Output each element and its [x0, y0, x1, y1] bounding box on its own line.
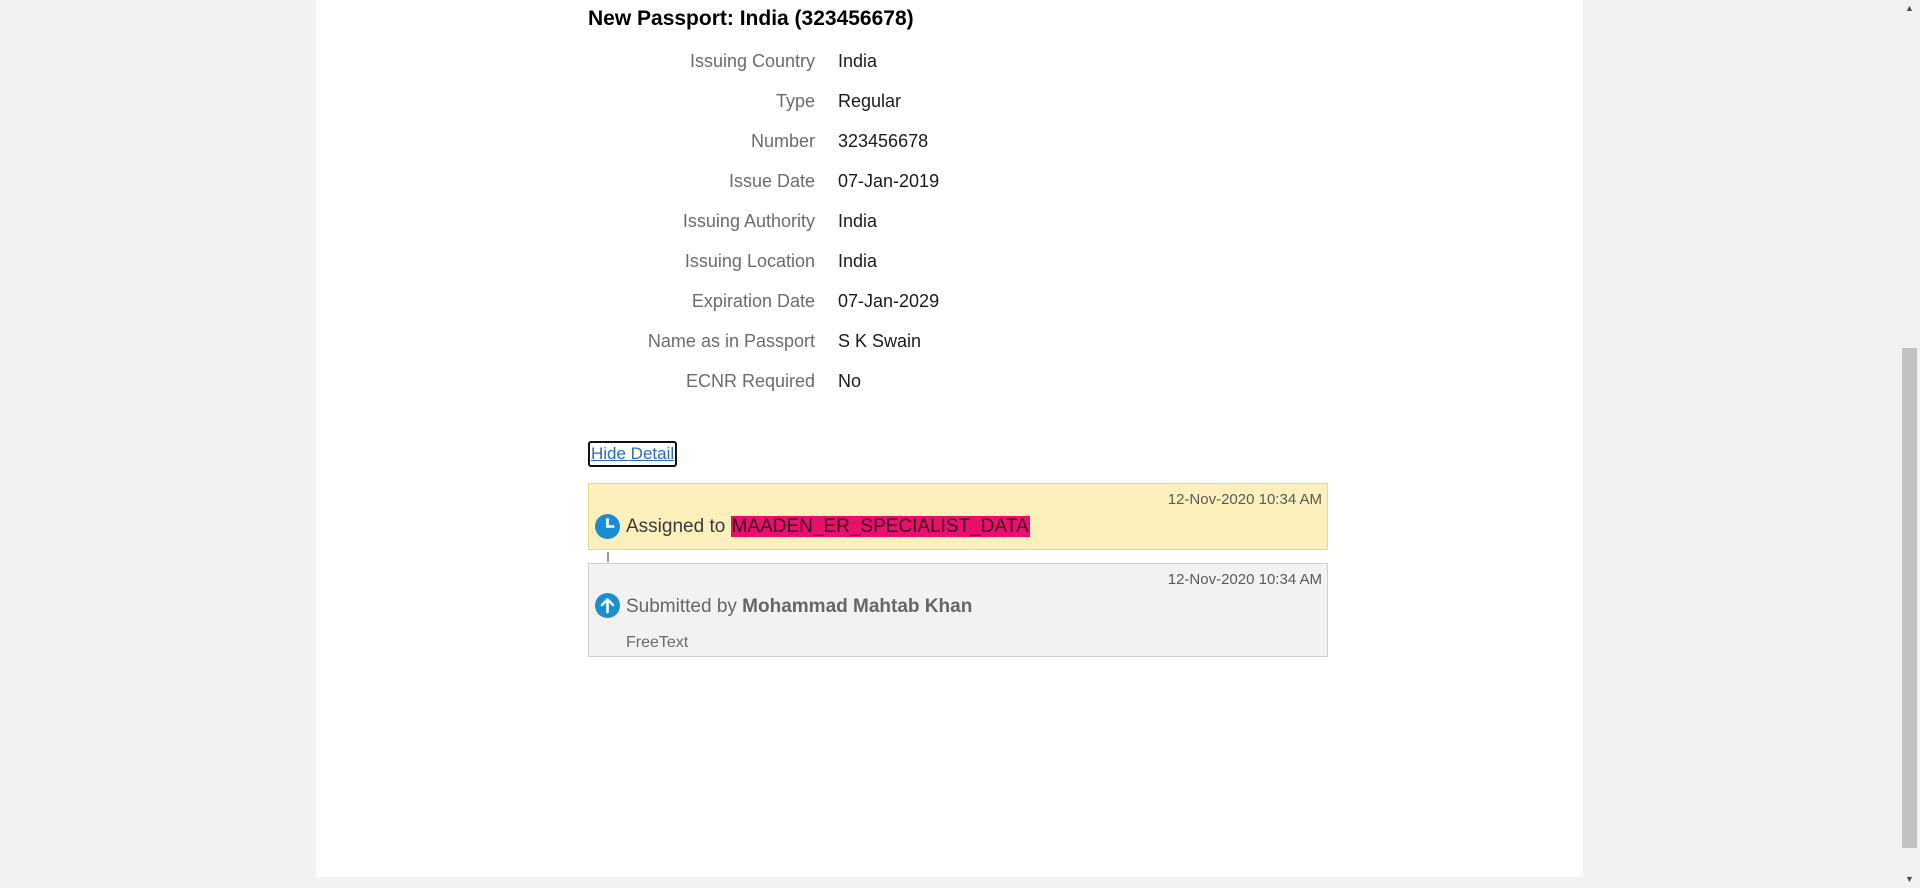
event-action-text: Assigned to	[626, 516, 731, 537]
field-label: Type	[775, 91, 815, 111]
field-label: Number	[750, 131, 815, 151]
field-label: Issuing Authority	[682, 211, 815, 231]
passport-details-table: Issuing Country India Type Regular Numbe…	[588, 48, 1348, 408]
field-value: India	[838, 51, 878, 71]
detail-row-issuing-authority: Issuing Authority India	[588, 208, 1348, 248]
detail-row-name-as-in-passport: Name as in Passport S K Swain	[588, 328, 1348, 368]
detail-row-number: Number 323456678	[588, 128, 1348, 168]
submitter-name: Mohammad Mahtab Khan	[742, 596, 973, 617]
event-timestamp: 12-Nov-2020 10:34 AM	[1167, 491, 1322, 508]
arrow-up-icon	[595, 593, 620, 618]
detail-row-issuing-country: Issuing Country India	[588, 48, 1348, 88]
history-event-submitted: 12-Nov-2020 10:34 AM Submitted by Mohamm…	[588, 563, 1328, 657]
assignee-name: MAADEN_ER_SPECIALIST_DATA	[730, 516, 1030, 537]
field-value: India	[838, 211, 878, 231]
field-value: 07-Jan-2019	[838, 171, 940, 191]
field-value: Regular	[838, 91, 902, 111]
hide-detail-link[interactable]: Hide Detail	[588, 441, 678, 467]
field-label: ECNR Required	[685, 371, 815, 391]
scroll-up-arrow-icon[interactable]: ▲	[1899, 0, 1920, 17]
detail-row-type: Type Regular	[588, 88, 1348, 128]
detail-row-ecnr-required: ECNR Required No	[588, 368, 1348, 408]
field-label: Name as in Passport	[647, 331, 815, 351]
scrollbar-thumb[interactable]	[1902, 348, 1917, 848]
field-value: S K Swain	[838, 331, 922, 351]
page-title: New Passport: India (323456678)	[588, 7, 914, 30]
event-comment: FreeText	[626, 634, 689, 651]
history-event-assigned: 12-Nov-2020 10:34 AM Assigned to MAADEN_…	[588, 483, 1328, 550]
scroll-down-arrow-icon[interactable]: ▼	[1899, 871, 1920, 888]
field-label: Expiration Date	[691, 291, 815, 311]
field-value: 323456678	[838, 131, 929, 151]
event-timestamp: 12-Nov-2020 10:34 AM	[1167, 571, 1322, 588]
detail-row-expiration-date: Expiration Date 07-Jan-2029	[588, 288, 1348, 328]
field-value: India	[838, 251, 878, 271]
event-description: Submitted by Mohammad Mahtab Khan	[626, 596, 972, 618]
field-label: Issuing Location	[684, 251, 815, 271]
clock-icon	[595, 514, 620, 539]
detail-row-issuing-location: Issuing Location India	[588, 248, 1348, 288]
detail-row-issue-date: Issue Date 07-Jan-2019	[588, 168, 1348, 208]
field-label: Issuing Country	[689, 51, 815, 71]
page-panel: New Passport: India (323456678) Issuing …	[316, 0, 1583, 877]
timeline-connector	[607, 552, 609, 562]
field-label: Issue Date	[728, 171, 815, 191]
field-value: 07-Jan-2029	[838, 291, 940, 311]
event-description: Assigned to MAADEN_ER_SPECIALIST_DATA	[626, 516, 1030, 538]
vertical-scrollbar[interactable]: ▲ ▼	[1899, 0, 1920, 888]
field-value: No	[838, 371, 862, 391]
event-action-text: Submitted by	[626, 596, 743, 617]
